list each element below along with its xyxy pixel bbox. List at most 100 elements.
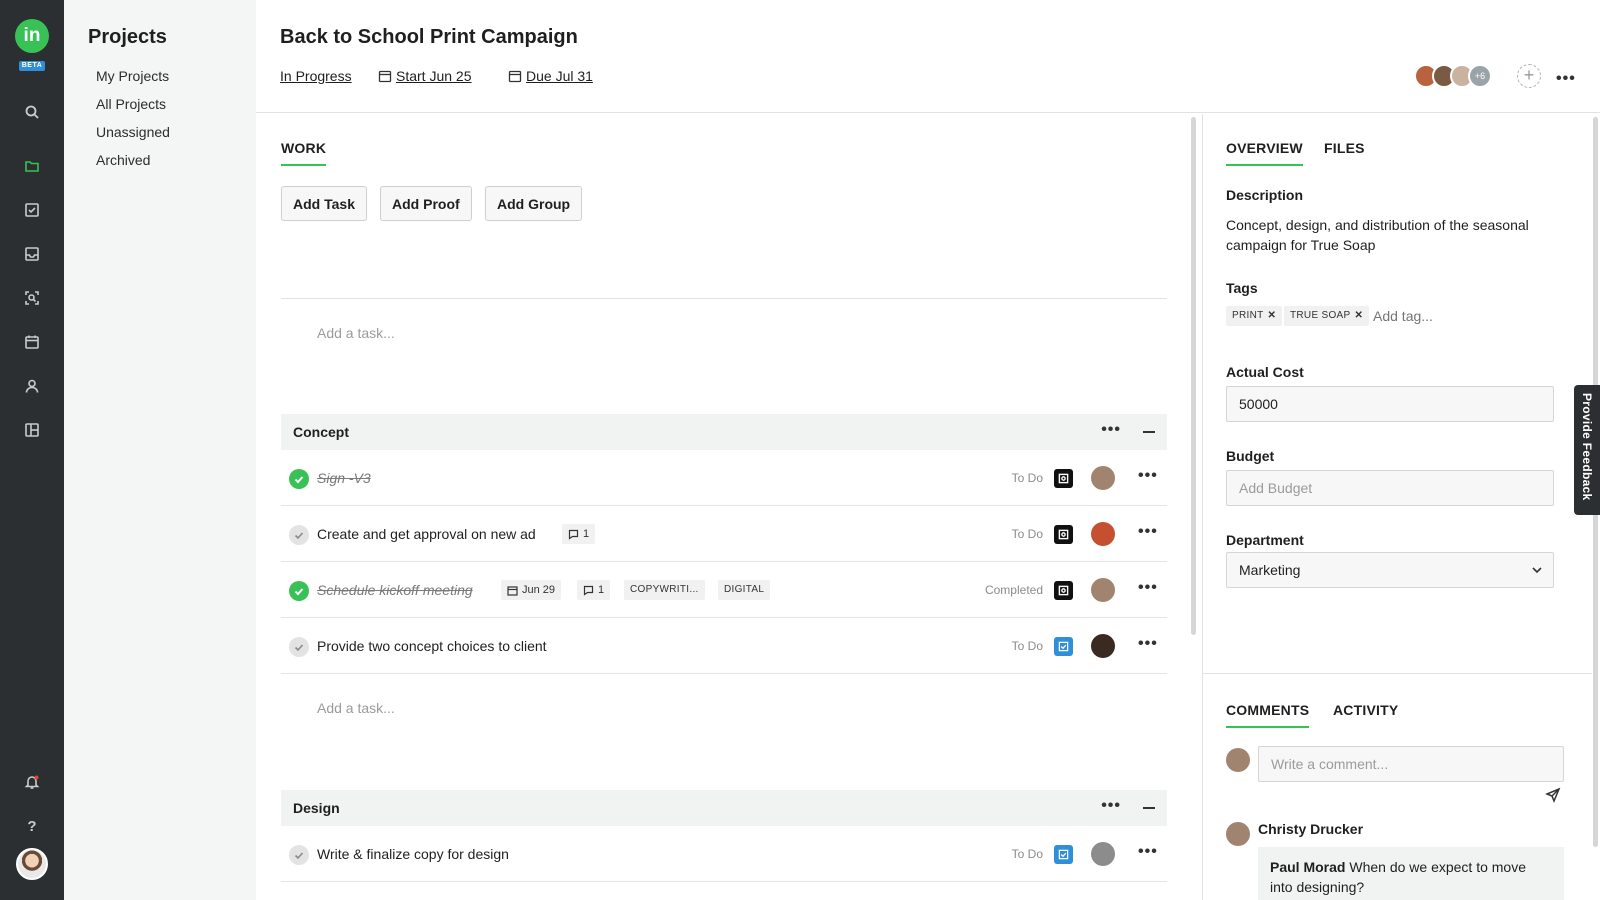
actual-cost-input[interactable] xyxy=(1226,386,1554,422)
project-status[interactable]: In Progress xyxy=(280,68,352,84)
tag-true-soap[interactable]: TRUE SOAP ✕ xyxy=(1284,306,1370,326)
table-row[interactable]: Provide two concept choices to client To… xyxy=(281,618,1167,674)
work-scrollbar[interactable] xyxy=(1191,117,1196,635)
nav-all-projects[interactable]: All Projects xyxy=(96,96,166,112)
collapse-icon[interactable] xyxy=(1143,431,1155,433)
task-status[interactable]: To Do xyxy=(1012,471,1043,485)
user-avatar[interactable] xyxy=(16,848,48,880)
check-icon xyxy=(294,476,304,484)
tag-print[interactable]: PRINT ✕ xyxy=(1226,306,1283,326)
description-text[interactable]: Concept, design, and distribution of the… xyxy=(1226,215,1556,255)
person-icon[interactable] xyxy=(22,376,42,396)
nav-my-projects[interactable]: My Projects xyxy=(96,68,169,84)
task-name[interactable]: Schedule kickoff meeting xyxy=(317,582,473,598)
layout-icon[interactable] xyxy=(22,420,42,440)
inbox-icon[interactable] xyxy=(22,244,42,264)
assignee-avatar[interactable] xyxy=(1091,634,1115,658)
check-icon xyxy=(294,588,304,596)
task-name[interactable]: Create and get approval on new ad xyxy=(317,526,536,542)
table-row[interactable]: Create and get approval on new ad 1 To D… xyxy=(281,506,1167,562)
add-proof-button[interactable]: Add Proof xyxy=(380,186,472,221)
comment-input[interactable] xyxy=(1258,746,1564,782)
divider xyxy=(281,298,1167,299)
task-status[interactable]: To Do xyxy=(1012,527,1043,541)
app-rail: in BETA ? xyxy=(0,0,64,900)
send-icon[interactable] xyxy=(1545,787,1561,803)
folder-icon[interactable] xyxy=(22,156,42,176)
complete-checkbox[interactable] xyxy=(289,525,309,545)
project-members[interactable]: +6 xyxy=(1414,64,1492,88)
task-status[interactable]: Completed xyxy=(985,583,1043,597)
task-more-button[interactable]: ••• xyxy=(1138,523,1158,541)
projects-sidebar: Projects My Projects All Projects Unassi… xyxy=(64,0,256,900)
calendar-icon xyxy=(508,70,522,83)
assignee-avatar[interactable] xyxy=(1091,578,1115,602)
tab-activity[interactable]: ACTIVITY xyxy=(1333,702,1398,726)
check-icon xyxy=(294,532,304,540)
task-name[interactable]: Write & finalize copy for design xyxy=(317,846,509,862)
group-more-button[interactable]: ••• xyxy=(1101,797,1121,815)
collapse-icon[interactable] xyxy=(1143,807,1155,809)
task-more-button[interactable]: ••• xyxy=(1138,843,1158,861)
task-check-icon[interactable] xyxy=(22,200,42,220)
help-icon[interactable]: ? xyxy=(22,816,42,836)
task-more-button[interactable]: ••• xyxy=(1138,635,1158,653)
budget-input[interactable] xyxy=(1226,470,1554,506)
nav-archived[interactable]: Archived xyxy=(96,152,150,168)
provide-feedback-button[interactable]: Provide Feedback xyxy=(1574,385,1600,515)
task-type-icon xyxy=(1054,637,1073,656)
add-tag-input[interactable] xyxy=(1373,308,1493,324)
due-date-chip[interactable]: Jun 29 xyxy=(501,580,562,600)
search-icon[interactable] xyxy=(22,102,42,122)
calendar-icon[interactable] xyxy=(22,332,42,352)
complete-checkbox[interactable] xyxy=(289,581,309,601)
remove-tag-icon[interactable]: ✕ xyxy=(1355,306,1364,326)
department-select[interactable]: Marketing xyxy=(1226,552,1554,588)
members-more-badge[interactable]: +6 xyxy=(1468,64,1492,88)
nav-unassigned[interactable]: Unassigned xyxy=(96,124,170,140)
add-task-input[interactable]: Add a task... xyxy=(317,700,395,716)
project-header: Back to School Print Campaign In Progres… xyxy=(256,0,1600,113)
tab-files[interactable]: FILES xyxy=(1324,140,1365,164)
complete-checkbox[interactable] xyxy=(289,845,309,865)
complete-checkbox[interactable] xyxy=(289,637,309,657)
tab-comments[interactable]: COMMENTS xyxy=(1226,702,1310,728)
project-status-label: In Progress xyxy=(280,68,352,84)
tab-work[interactable]: WORK xyxy=(281,140,327,166)
add-task-button[interactable]: Add Task xyxy=(281,186,367,221)
tab-overview[interactable]: OVERVIEW xyxy=(1226,140,1303,166)
project-more-button[interactable]: ••• xyxy=(1556,70,1576,88)
check-icon xyxy=(294,644,304,652)
app-logo[interactable]: in xyxy=(15,19,49,53)
table-row[interactable]: Schedule kickoff meeting Jun 29 1 COPYWR… xyxy=(281,562,1167,618)
assignee-avatar[interactable] xyxy=(1091,842,1115,866)
add-member-button[interactable]: + xyxy=(1517,64,1541,88)
task-tag[interactable]: COPYWRITI... xyxy=(624,580,705,600)
remove-tag-icon[interactable]: ✕ xyxy=(1268,306,1277,326)
proof-search-icon[interactable] xyxy=(22,288,42,308)
task-tag[interactable]: DIGITAL xyxy=(718,580,771,600)
task-status[interactable]: To Do xyxy=(1012,639,1043,653)
task-status[interactable]: To Do xyxy=(1012,847,1043,861)
chevron-down-icon xyxy=(1532,567,1542,574)
table-row[interactable]: Sign -V3 To Do ••• xyxy=(281,450,1167,506)
comment-count-chip[interactable]: 1 xyxy=(577,580,611,600)
add-group-button[interactable]: Add Group xyxy=(485,186,583,221)
task-more-button[interactable]: ••• xyxy=(1138,579,1158,597)
notification-bell-icon[interactable] xyxy=(22,772,42,792)
start-date[interactable]: Start Jun 25 xyxy=(378,68,472,84)
table-row[interactable]: Write & finalize copy for design To Do •… xyxy=(281,826,1167,882)
calendar-icon xyxy=(378,70,392,83)
task-name[interactable]: Provide two concept choices to client xyxy=(317,638,547,654)
task-more-button[interactable]: ••• xyxy=(1138,467,1158,485)
comment-count-chip[interactable]: 1 xyxy=(562,524,596,544)
complete-checkbox[interactable] xyxy=(289,469,309,489)
due-date[interactable]: Due Jul 31 xyxy=(508,68,593,84)
assignee-avatar[interactable] xyxy=(1091,522,1115,546)
group-more-button[interactable]: ••• xyxy=(1101,421,1121,439)
add-task-input[interactable]: Add a task... xyxy=(317,325,395,341)
group-header-design: Design ••• xyxy=(281,790,1167,826)
assignee-avatar[interactable] xyxy=(1091,466,1115,490)
comment-mention[interactable]: Paul Morad xyxy=(1270,859,1345,875)
task-name[interactable]: Sign -V3 xyxy=(317,470,371,486)
